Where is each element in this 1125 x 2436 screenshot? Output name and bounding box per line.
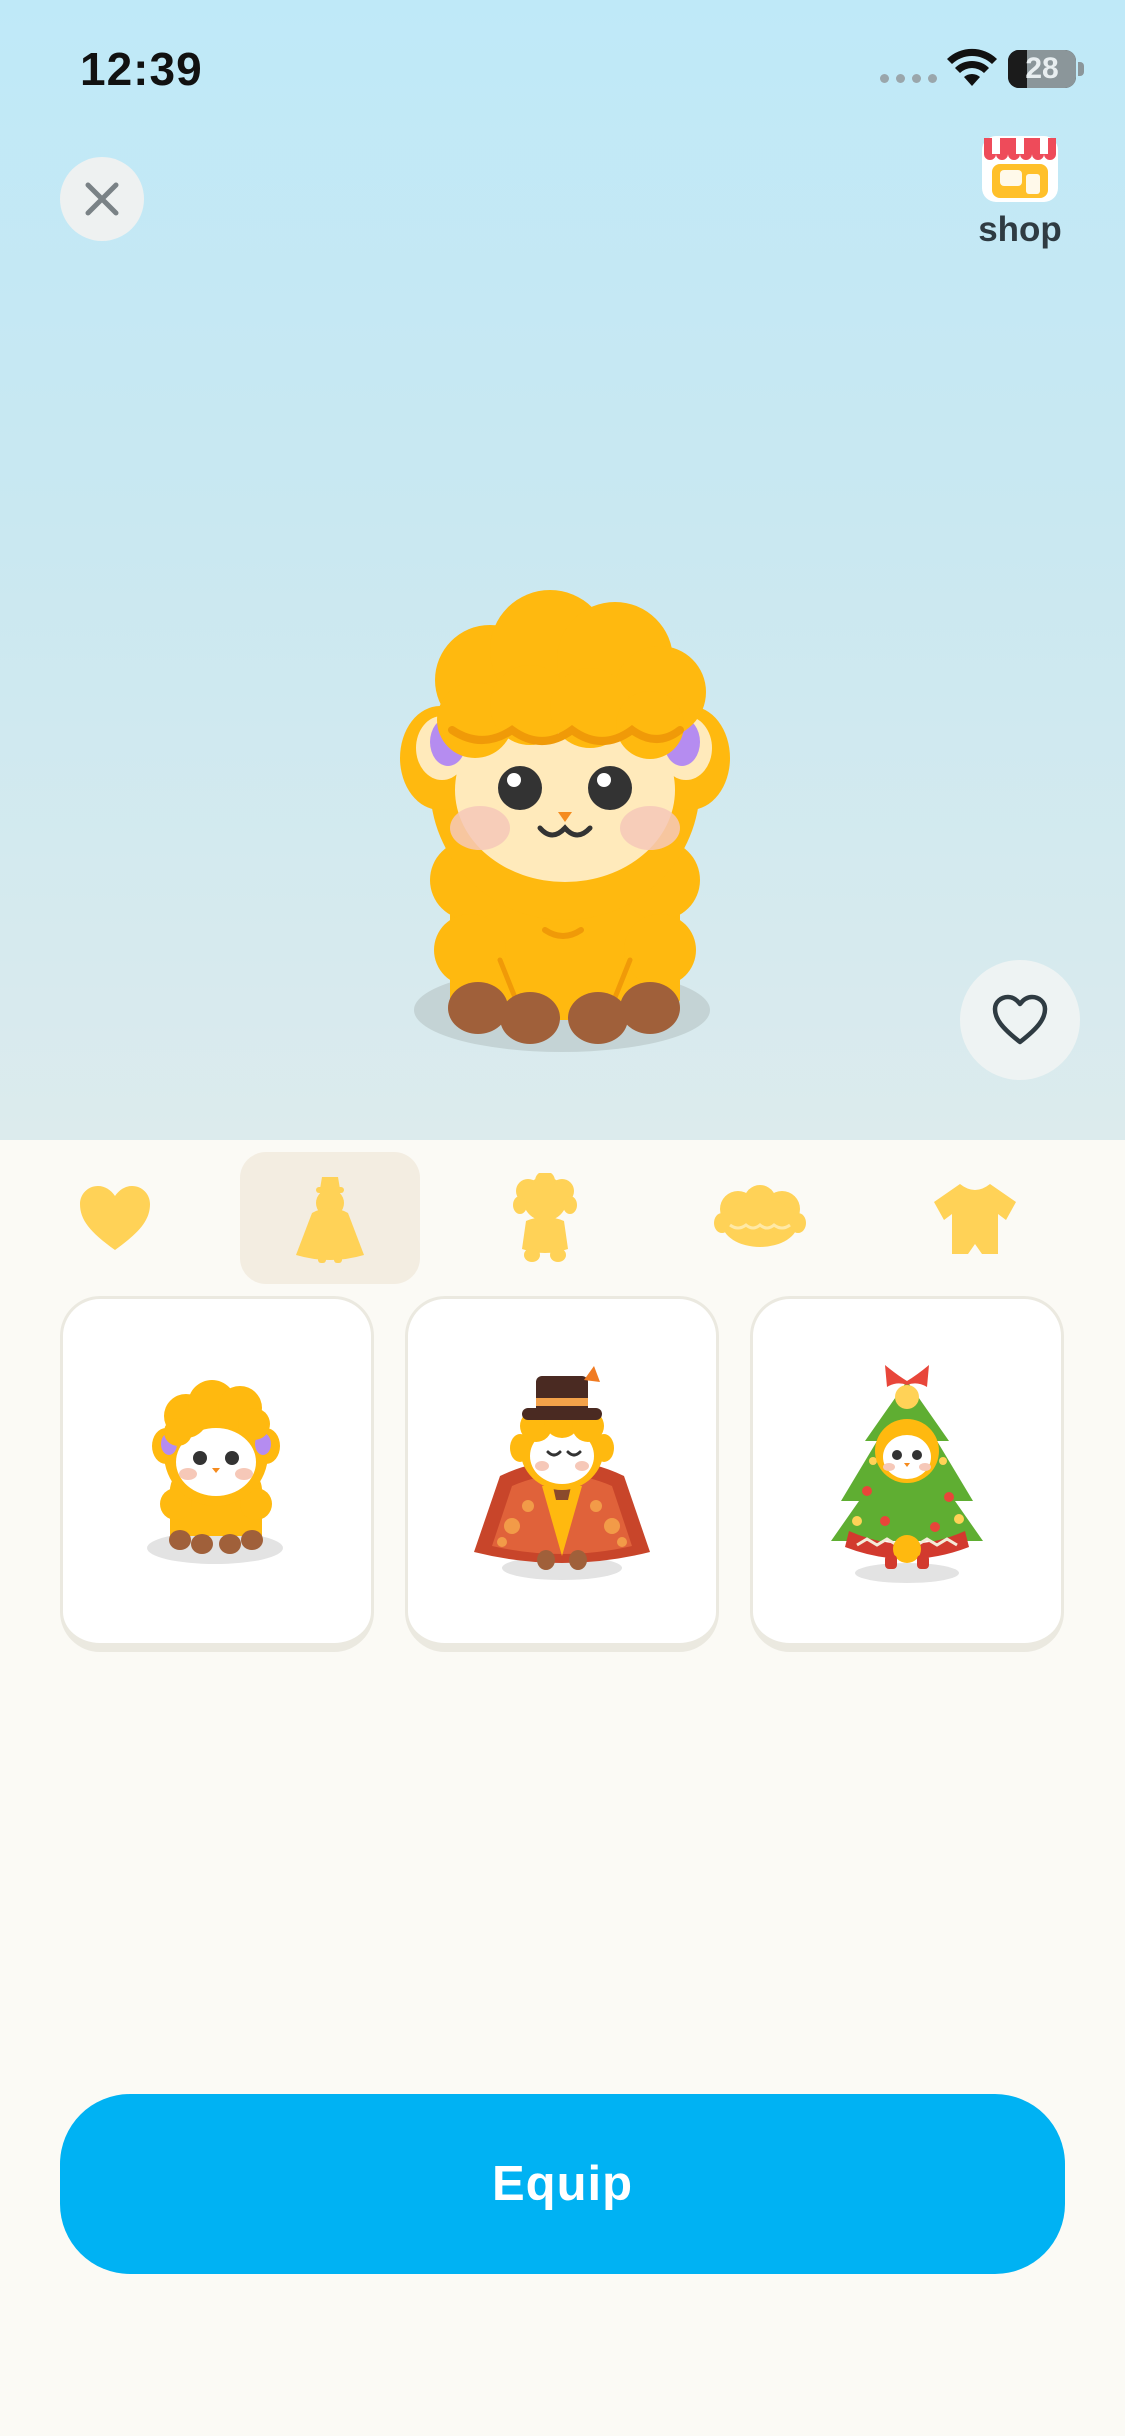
equip-button[interactable]: Equip bbox=[60, 2094, 1065, 2274]
sheep-body-silhouette-icon bbox=[513, 1173, 577, 1262]
outfit-screen: 12:39 28 shop Equip bbox=[0, 0, 1125, 2436]
close-button[interactable] bbox=[60, 157, 144, 241]
favorite-button[interactable] bbox=[960, 960, 1080, 1080]
heart-icon bbox=[80, 1186, 150, 1250]
shop-label: shop bbox=[978, 210, 1062, 249]
tab-favorites[interactable] bbox=[25, 1152, 205, 1284]
item-card-pilgrim-costume[interactable] bbox=[405, 1296, 719, 1652]
shop-button[interactable]: shop bbox=[968, 128, 1072, 268]
wool-hair-icon bbox=[714, 1185, 806, 1247]
preview-stage: 12:39 28 shop bbox=[0, 0, 1125, 1140]
sheep-mascot-preview bbox=[400, 590, 730, 1052]
close-icon bbox=[85, 182, 119, 216]
status-bar: 12:39 28 bbox=[0, 0, 1125, 140]
wifi-icon bbox=[947, 48, 997, 86]
pilgrim-costume-thumbnail bbox=[474, 1366, 650, 1580]
status-time: 12:39 bbox=[80, 43, 203, 95]
tab-wool[interactable] bbox=[670, 1152, 850, 1284]
tab-outfits[interactable] bbox=[240, 1152, 420, 1284]
tab-clothing[interactable] bbox=[885, 1152, 1065, 1284]
battery-percent: 28 bbox=[1025, 52, 1059, 85]
category-tabs bbox=[0, 1140, 1125, 1300]
battery-indicator: 28 bbox=[1008, 50, 1084, 88]
storefront-icon bbox=[982, 136, 1058, 202]
item-card-default-sheep[interactable] bbox=[60, 1296, 374, 1652]
item-grid bbox=[60, 1296, 1065, 1656]
full-outfit-silhouette-icon bbox=[296, 1177, 364, 1263]
tab-sheep-body[interactable] bbox=[455, 1152, 635, 1284]
clothing-shirt-icon bbox=[934, 1184, 1016, 1254]
item-card-christmas-tree-costume[interactable] bbox=[750, 1296, 1064, 1652]
heart-outline-icon bbox=[992, 994, 1048, 1045]
cellular-signal-icon bbox=[880, 74, 937, 83]
christmas-tree-costume-thumbnail bbox=[831, 1365, 983, 1583]
default-sheep-thumbnail bbox=[147, 1380, 283, 1564]
